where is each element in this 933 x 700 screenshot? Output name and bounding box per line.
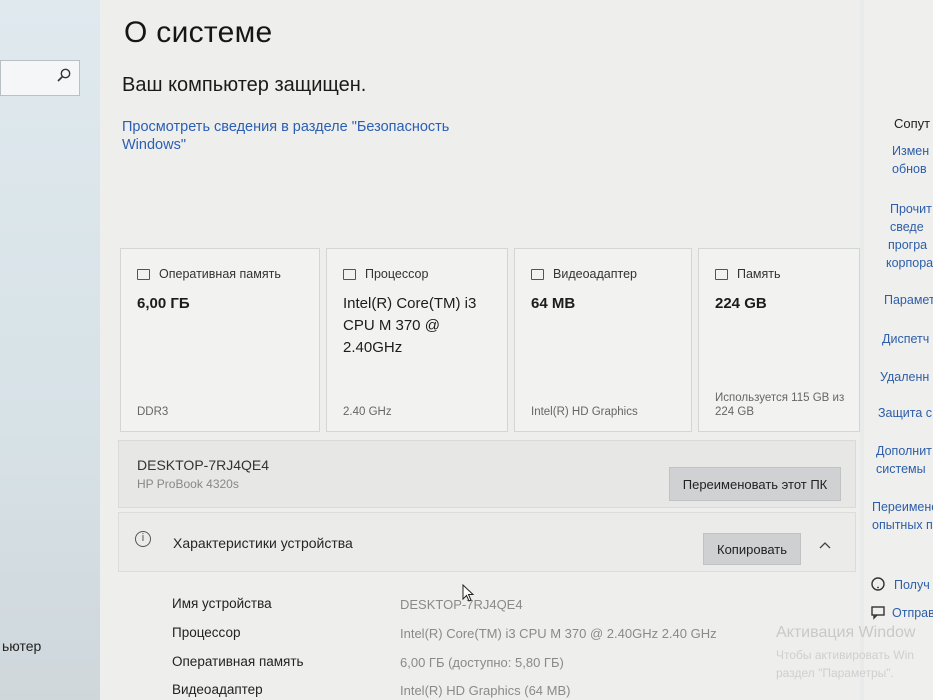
card-value: 224 GB xyxy=(715,295,767,312)
activation-watermark-line: раздел "Параметры". xyxy=(776,666,894,680)
send-feedback-link[interactable]: Отправ xyxy=(892,604,933,622)
activation-watermark-title: Активация Window xyxy=(776,624,916,641)
spec-value: Intel(R) HD Graphics (64 MB) xyxy=(400,683,571,698)
windows-security-link[interactable]: Просмотреть сведения в разделе "Безопасн… xyxy=(122,118,502,154)
device-model: HP ProBook 4320s xyxy=(137,477,239,491)
card-footer: Используется 115 GB из 224 GB xyxy=(715,392,845,418)
related-link[interactable]: Удаленн xyxy=(880,368,929,386)
device-name-panel: DESKTOP-7RJ4QE4 HP ProBook 4320s Переиме… xyxy=(118,440,856,508)
related-link[interactable]: Прочит xyxy=(890,200,932,218)
spec-value: Intel(R) Core(TM) i3 CPU M 370 @ 2.40GHz… xyxy=(400,626,717,641)
card-value: Intel(R) Core(TM) i3 CPU M 370 @ 2.40GHz xyxy=(343,295,477,356)
search-input[interactable] xyxy=(0,60,80,96)
rename-pc-button[interactable]: Переименовать этот ПК xyxy=(669,467,841,501)
spec-label: Видеоадаптер xyxy=(172,682,263,697)
spec-value: 6,00 ГБ (доступно: 5,80 ГБ) xyxy=(400,655,564,670)
hardware-cards: Оперативная память 6,00 ГБ DDR3 Процессо… xyxy=(120,248,865,436)
related-link[interactable]: сведе xyxy=(890,218,924,236)
security-status: Ваш компьютер защищен. xyxy=(122,74,367,96)
chevron-up-icon[interactable] xyxy=(819,541,831,549)
card-footer: DDR3 xyxy=(137,406,169,418)
section-title: Характеристики устройства xyxy=(173,535,353,551)
card-title: Процессор xyxy=(365,267,429,281)
processor-card: Процессор Intel(R) Core(TM) i3 CPU M 370… xyxy=(326,248,508,432)
spec-label: Имя устройства xyxy=(172,596,272,611)
sidebar-item-label[interactable]: ьютер xyxy=(2,638,41,654)
spec-label: Оперативная память xyxy=(172,654,304,669)
display-adapter-icon xyxy=(531,268,544,280)
related-link[interactable]: програ xyxy=(888,236,927,254)
device-specifications-header[interactable]: i Характеристики устройства Копировать xyxy=(118,512,856,572)
get-help-link[interactable]: Получ xyxy=(894,576,930,594)
activation-watermark-line: Чтобы активировать Win xyxy=(776,648,914,662)
feedback-icon xyxy=(871,606,885,620)
related-link[interactable]: обнов xyxy=(892,160,927,178)
info-icon: i xyxy=(135,531,151,547)
card-value: 64 MB xyxy=(531,295,576,312)
mouse-cursor-icon xyxy=(462,584,474,602)
related-link[interactable]: Диспетч xyxy=(882,330,929,348)
related-link[interactable]: опытных пе xyxy=(872,516,933,534)
related-link[interactable]: Парамет xyxy=(884,291,933,309)
ram-card: Оперативная память 6,00 ГБ DDR3 xyxy=(120,248,320,432)
card-title: Видеоадаптер xyxy=(553,267,637,281)
memory-icon xyxy=(137,268,150,280)
page-title: О системе xyxy=(124,16,273,49)
device-name: DESKTOP-7RJ4QE4 xyxy=(137,457,270,473)
card-footer: Intel(R) HD Graphics xyxy=(531,406,638,418)
related-link[interactable]: корпора xyxy=(886,254,933,272)
card-title: Оперативная память xyxy=(159,267,281,281)
related-settings-title: Сопут xyxy=(894,116,931,131)
storage-card: Память 224 GB Используется 115 GB из 224… xyxy=(698,248,860,432)
search-icon xyxy=(57,68,71,82)
spec-label: Процессор xyxy=(172,625,241,640)
storage-icon xyxy=(715,268,728,280)
related-link[interactable]: Переимено xyxy=(872,498,933,516)
display-adapter-card: Видеоадаптер 64 MB Intel(R) HD Graphics xyxy=(514,248,692,432)
left-navigation-pane: ьютер xyxy=(0,0,101,700)
related-link[interactable]: системы xyxy=(876,460,926,478)
card-value: 6,00 ГБ xyxy=(137,295,190,312)
card-footer: 2.40 GHz xyxy=(343,406,392,418)
copy-button[interactable]: Копировать xyxy=(703,533,801,565)
related-link[interactable]: Защита с xyxy=(878,404,932,422)
card-title: Память xyxy=(737,267,781,281)
related-settings-pane: Сопут Измен обнов Прочит сведе програ ко… xyxy=(864,0,933,700)
related-link[interactable]: Дополнит xyxy=(876,442,932,460)
help-icon xyxy=(871,577,885,591)
about-page: О системе Ваш компьютер защищен. Просмот… xyxy=(100,0,860,700)
processor-icon xyxy=(343,268,356,280)
related-link[interactable]: Измен xyxy=(892,142,929,160)
